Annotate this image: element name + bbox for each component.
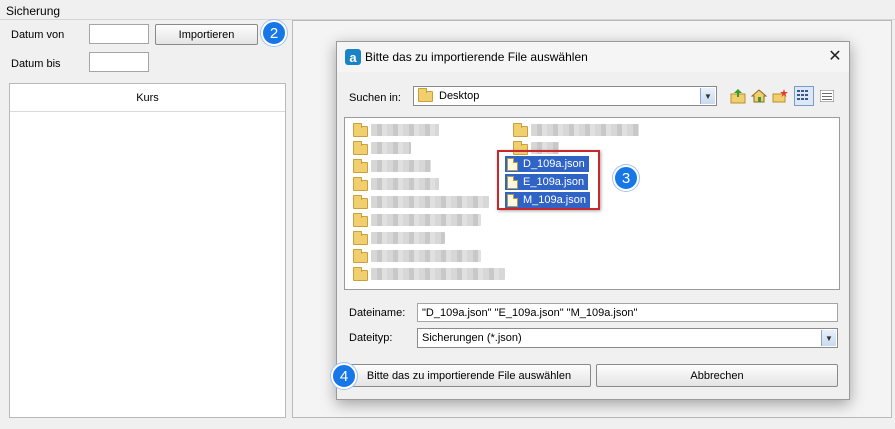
open-file-button[interactable]: Bitte das zu importierende File auswähle… (347, 364, 591, 387)
folder-icon[interactable] (353, 213, 368, 227)
blurred-folder-name[interactable] (371, 196, 489, 208)
cancel-button[interactable]: Abbrechen (596, 364, 838, 387)
json-file-icon (507, 175, 518, 189)
blurred-folder-name[interactable] (371, 142, 411, 154)
list-view-icon[interactable] (794, 86, 814, 106)
step-badge-2: 2 (261, 20, 287, 46)
folder-icon[interactable] (353, 123, 368, 137)
app-logo-icon: a (345, 49, 361, 65)
chevron-down-icon[interactable]: ▼ (821, 330, 836, 346)
folder-icon (418, 87, 433, 102)
chevron-down-icon[interactable]: ▼ (700, 88, 715, 104)
file-name: D_109a.json (523, 158, 585, 170)
file-name: E_109a.json (523, 176, 585, 188)
blurred-folder-name[interactable] (371, 178, 439, 190)
dialog-title: Bitte das zu importierende File auswähle… (365, 50, 588, 64)
file-name: M_109a.json (523, 194, 586, 206)
blurred-folder-name[interactable] (371, 268, 505, 280)
blurred-folder-name[interactable] (371, 124, 439, 136)
blurred-folder-name[interactable] (371, 232, 445, 244)
file-item-m[interactable]: M_109a.json (505, 192, 590, 208)
datum-von-input[interactable] (89, 24, 149, 44)
blurred-folder-name[interactable] (371, 214, 481, 226)
datum-bis-input[interactable] (89, 52, 149, 72)
blurred-folder-name[interactable] (531, 124, 639, 136)
filename-label: Dateiname: (349, 307, 406, 319)
folder-icon[interactable] (353, 249, 368, 263)
app-title: Sicherung (6, 4, 61, 18)
kurs-column-header[interactable]: Kurs (10, 84, 285, 112)
file-list[interactable]: D_109a.json E_109a.json M_109a.json 3 (344, 117, 840, 290)
folder-icon[interactable] (353, 195, 368, 209)
folder-icon[interactable] (513, 123, 528, 137)
details-view-icon[interactable] (818, 87, 836, 105)
folder-icon[interactable] (353, 177, 368, 191)
datum-von-label: Datum von (11, 29, 65, 41)
blurred-folder-name[interactable] (371, 160, 431, 172)
folder-icon[interactable] (353, 231, 368, 245)
folder-icon[interactable] (353, 141, 368, 155)
filetype-select[interactable]: Sicherungen (*.json) ▼ (417, 328, 838, 348)
file-item-d[interactable]: D_109a.json (505, 156, 589, 172)
folder-icon[interactable] (353, 159, 368, 173)
kurs-list[interactable]: Kurs (9, 83, 286, 418)
filetype-value: Sicherungen (*.json) (422, 332, 522, 344)
datum-bis-label: Datum bis (11, 58, 61, 70)
filetype-label: Dateityp: (349, 332, 393, 344)
file-item-e[interactable]: E_109a.json (505, 174, 589, 190)
up-folder-icon[interactable] (729, 87, 747, 105)
step-badge-4: 4 (331, 363, 357, 389)
file-dialog: a Bitte das zu importierende File auswäh… (331, 41, 850, 400)
step-badge-3: 3 (613, 165, 639, 191)
folder-icon[interactable] (353, 267, 368, 281)
look-in-select[interactable]: Desktop ▼ (413, 86, 717, 106)
blurred-folder-name[interactable] (371, 250, 481, 262)
importieren-button[interactable]: Importieren (155, 24, 258, 45)
new-folder-icon[interactable] (771, 87, 789, 105)
look-in-value: Desktop (439, 90, 480, 102)
close-icon[interactable]: ✕ (825, 46, 845, 66)
json-file-icon (507, 157, 518, 171)
filename-input[interactable] (417, 303, 838, 322)
home-icon[interactable] (750, 87, 768, 105)
json-file-icon (507, 193, 518, 207)
look-in-label: Suchen in: (349, 92, 401, 104)
